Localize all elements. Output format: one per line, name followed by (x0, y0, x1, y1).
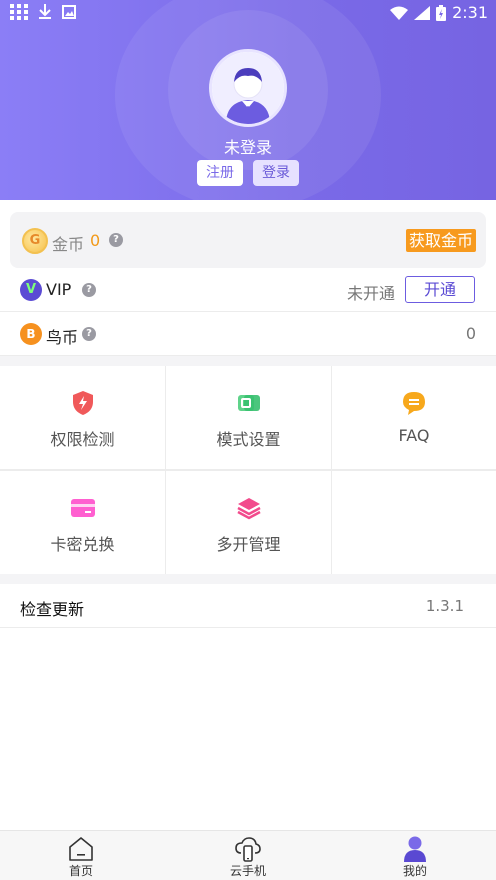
gold-coin-icon: G (22, 228, 48, 254)
coin-help-icon[interactable]: ? (109, 233, 123, 247)
section-divider (0, 574, 496, 584)
username-label: 未登录 (223, 138, 272, 157)
section-divider (0, 356, 496, 366)
battery-icon (436, 4, 447, 21)
coin-label: 金币 (52, 235, 85, 254)
bird-coin-help-icon[interactable]: ? (82, 327, 96, 341)
app-version: 1.3.1 (425, 597, 464, 615)
download-icon (39, 4, 51, 19)
feature-grid: 权限检测 模式设置 FAQ 卡密兑换 多开管理 (0, 366, 496, 574)
vip-label: VIP (46, 280, 72, 299)
login-button[interactable]: 登录 (253, 160, 299, 186)
bird-coin-row: B 鸟币 ? 0 (0, 312, 496, 356)
check-update-label: 检查更新 (20, 600, 85, 619)
tab-label: 云手机 (229, 864, 266, 878)
bird-coin-label: 鸟币 (46, 328, 79, 347)
avatar[interactable] (209, 49, 287, 127)
status-bar: 2:31 (0, 0, 496, 26)
photo-icon (62, 5, 76, 19)
check-update-row[interactable]: 检查更新 1.3.1 (0, 584, 496, 628)
vip-status: 未开通 (346, 284, 395, 303)
register-button[interactable]: 注册 (197, 160, 243, 186)
clock: 2:31 (452, 3, 488, 22)
bird-coin-value: 0 (465, 324, 476, 343)
grid-item-card-redeem[interactable]: 卡密兑换 (0, 471, 165, 574)
grid-item-label: FAQ (398, 426, 430, 445)
bottom-tab-bar: 首页 云手机 我的 (0, 830, 496, 880)
wifi-icon (390, 6, 409, 20)
home-icon (69, 837, 93, 861)
cloud-phone-icon (235, 837, 261, 862)
tab-cloud-phone[interactable]: 云手机 (198, 831, 298, 880)
app-grid-icon (10, 4, 28, 20)
tab-label: 我的 (402, 864, 427, 878)
get-coins-button[interactable]: 获取金币 (405, 229, 476, 252)
default-avatar-icon (212, 52, 284, 124)
layers-icon (236, 498, 261, 520)
grid-item-faq[interactable]: FAQ (332, 366, 496, 469)
mode-icon (237, 395, 260, 411)
grid-item-label: 模式设置 (216, 430, 281, 449)
profile-icon (404, 836, 426, 862)
vip-help-icon[interactable]: ? (82, 283, 96, 297)
vip-open-button[interactable]: 开通 (405, 276, 475, 303)
tab-home[interactable]: 首页 (31, 831, 131, 880)
grid-item-label: 权限检测 (50, 430, 115, 449)
faq-chat-icon (403, 392, 425, 415)
vip-row: V VIP ? 未开通 开通 (0, 268, 496, 312)
coin-value: 0 (90, 231, 101, 250)
grid-item-empty (332, 471, 496, 574)
signal-icon (414, 5, 431, 20)
grid-item-label: 卡密兑换 (50, 535, 115, 554)
tab-label: 首页 (68, 864, 93, 878)
profile-header: 2:31 未登录 (0, 0, 496, 200)
card-icon (70, 499, 95, 517)
shield-icon (72, 391, 93, 415)
grid-item-mode-settings[interactable]: 模式设置 (166, 366, 331, 469)
grid-item-permission-check[interactable]: 权限检测 (0, 366, 165, 469)
vip-icon: V (20, 279, 42, 301)
grid-item-multi-open[interactable]: 多开管理 (166, 471, 331, 574)
grid-item-label: 多开管理 (216, 535, 281, 554)
tab-profile[interactable]: 我的 (365, 831, 465, 880)
bird-coin-icon: B (20, 323, 42, 345)
